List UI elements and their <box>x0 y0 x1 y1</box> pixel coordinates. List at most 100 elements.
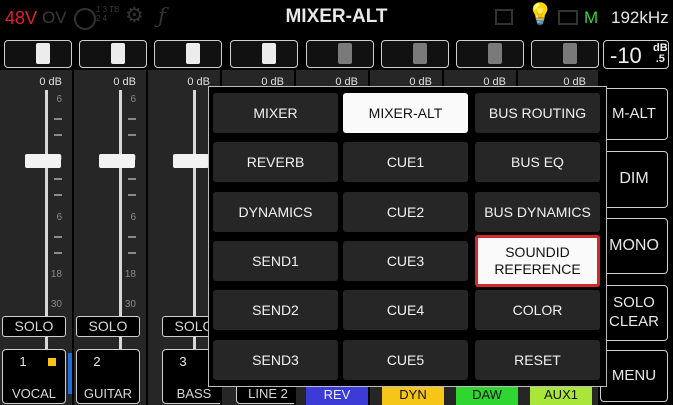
scale-tick <box>128 252 136 254</box>
scale-tick <box>128 194 136 196</box>
menu-item-bus-routing[interactable]: BUS ROUTING <box>475 93 600 133</box>
channel-status-dot <box>48 358 56 366</box>
level-unit-fraction: .5 <box>655 53 665 65</box>
bus-tab-daw[interactable]: DAW <box>456 384 518 405</box>
sample-rate: 192kHz <box>611 8 669 27</box>
solo-clear-line2: CLEAR <box>608 313 660 330</box>
scale-label: 30 <box>124 299 136 310</box>
fader-knob-icon <box>563 43 577 64</box>
menu-item-reset[interactable]: RESET <box>475 340 600 380</box>
scale-label: 30 <box>50 299 62 310</box>
scale-label: 18 <box>124 269 136 280</box>
channel-name: BASS <box>176 386 212 401</box>
menu-item-cue3[interactable]: CUE3 <box>343 241 468 281</box>
lightbulb-icon: 💡 <box>527 3 554 26</box>
channel-db-label: 0 dB <box>187 76 210 88</box>
phantom-power-indicator: 48V <box>5 8 38 28</box>
solo-button[interactable]: SOLO <box>2 316 66 337</box>
dim-button[interactable]: DIM <box>600 151 668 208</box>
menu-item-cue1[interactable]: CUE1 <box>343 142 468 182</box>
menu-item-soundid-reference[interactable]: SOUNDID REFERENCE <box>475 235 600 287</box>
monitor-flag: M <box>584 8 599 27</box>
overload-indicator: OV <box>42 8 67 27</box>
channel-db-label: 0 dB <box>113 76 136 88</box>
channel-name: VOCAL <box>11 386 57 401</box>
mono-button[interactable]: MONO <box>600 218 668 274</box>
channel-name: LINE 2 <box>248 386 288 401</box>
scale-tick <box>128 178 136 180</box>
channel-select-button[interactable]: 1 VOCAL <box>2 349 66 404</box>
scale-label: 6 <box>130 94 136 105</box>
channel-strip-1: 0 dB 6 0 6 18 30 SOLO 1 VOCAL <box>0 70 74 405</box>
bus-tab-aux1[interactable]: AUX1 <box>530 384 592 405</box>
menu-item-cue5[interactable]: CUE5 <box>343 340 468 380</box>
fader-knob-icon <box>36 43 50 64</box>
bus-tab-dyn[interactable]: DYN <box>382 384 444 405</box>
input-pair-top: 1 3 TB <box>96 5 120 14</box>
level-value: -10 <box>610 43 642 68</box>
fader-knob-icon <box>338 43 352 64</box>
channel-number: 2 <box>93 354 101 369</box>
scale-label: 18 <box>50 269 62 280</box>
fader-handle[interactable] <box>99 154 135 168</box>
tablet-icon <box>495 9 513 25</box>
fader-knob-icon <box>488 43 502 64</box>
menu-item-send1[interactable]: SEND1 <box>213 241 338 281</box>
menu-item-cue4[interactable]: CUE4 <box>343 290 468 330</box>
fader-knob-icon <box>413 43 427 64</box>
fader-select-6[interactable] <box>381 40 449 68</box>
menu-item-bus-eq[interactable]: BUS EQ <box>475 142 600 182</box>
level-readout[interactable]: -10 dB .5 <box>603 40 669 69</box>
channel-number: 3 <box>179 354 187 369</box>
bus-tab-rev[interactable]: REV <box>306 384 368 405</box>
menu-item-cue2[interactable]: CUE2 <box>343 192 468 232</box>
fader-select-1[interactable] <box>4 40 72 68</box>
fader-knob-icon <box>186 43 200 64</box>
menu-item-send2[interactable]: SEND2 <box>213 290 338 330</box>
input-pair-indicator: 1 3 TB 2 4 <box>96 5 119 23</box>
scale-tick <box>54 194 62 196</box>
fader-select-5[interactable] <box>306 40 374 68</box>
menu-item-mixer[interactable]: MIXER <box>213 93 338 133</box>
clock-icon <box>74 8 96 30</box>
fader-select-7[interactable] <box>456 40 524 68</box>
fader-select-4[interactable] <box>230 40 298 68</box>
menu-item-dynamics[interactable]: DYNAMICS <box>213 192 338 232</box>
channel-number: 1 <box>19 354 27 369</box>
fader-handle[interactable] <box>173 154 209 168</box>
scale-tick <box>54 178 62 180</box>
menu-item-send3[interactable]: SEND3 <box>213 340 338 380</box>
fader-select-2[interactable] <box>79 40 147 68</box>
channel-name: GUITAR <box>83 386 133 401</box>
channel-strip-2: 0 dB 6 0 6 18 30 SOLO 2 GUITAR <box>74 70 148 405</box>
channel-db-label: 0 dB <box>39 76 62 88</box>
menu-item-color[interactable]: COLOR <box>475 290 600 330</box>
scale-label: 6 <box>56 94 62 105</box>
solo-button[interactable]: SOLO <box>76 316 140 337</box>
scale-tick <box>54 118 62 120</box>
solo-clear-line1: SOLO <box>613 294 655 311</box>
scale-tick <box>128 134 136 136</box>
input-pair-bottom: 2 4 <box>96 14 108 23</box>
channel-select-button[interactable]: 2 GUITAR <box>76 349 140 404</box>
fader-select-3[interactable] <box>154 40 222 68</box>
menu-item-mixer-alt[interactable]: MIXER-ALT <box>343 93 468 133</box>
fader-knob-icon <box>262 43 276 64</box>
page-menu-popup: MIXER REVERB DYNAMICS SEND1 SEND2 SEND3 … <box>208 86 607 387</box>
fader-select-8[interactable] <box>531 40 599 68</box>
gear-icon: ⚙ <box>125 4 144 27</box>
scale-tick <box>128 118 136 120</box>
scale-tick <box>128 236 136 238</box>
fader-handle[interactable] <box>25 154 61 168</box>
fader-knob-icon <box>111 43 125 64</box>
scale-tick <box>54 236 62 238</box>
scale-label: 6 <box>56 212 62 223</box>
mode-button[interactable]: M-ALT <box>600 88 668 140</box>
scale-tick <box>54 252 62 254</box>
menu-item-bus-dynamics[interactable]: BUS DYNAMICS <box>475 192 600 232</box>
scale-label: 6 <box>130 212 136 223</box>
menu-item-reverb[interactable]: REVERB <box>213 142 338 182</box>
scale-tick <box>54 134 62 136</box>
menu-button[interactable]: MENU <box>600 350 668 402</box>
solo-clear-button[interactable]: SOLO CLEAR <box>600 285 668 341</box>
